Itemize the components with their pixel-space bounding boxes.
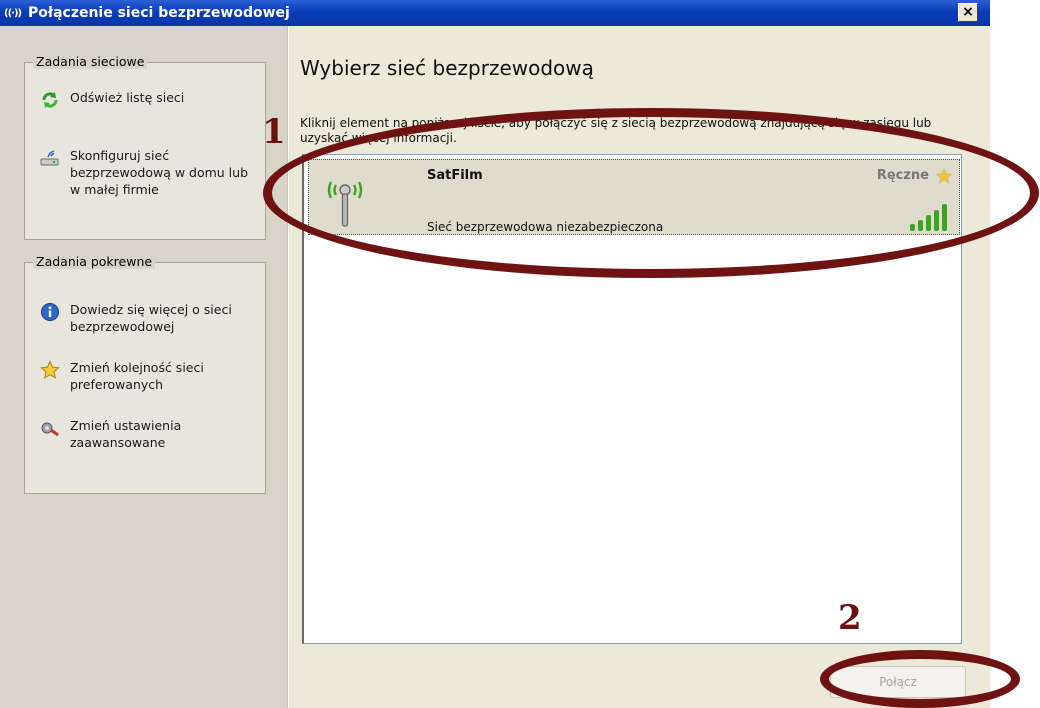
page-title: Wybierz sieć bezprzewodową [300, 56, 594, 80]
info-icon [39, 301, 61, 323]
task-label: Skonfiguruj sieć bezprzewodową w domu lu… [70, 148, 249, 197]
related-tasks-group: Zadania pokrewne Dowiedz się więcej o si… [24, 254, 266, 494]
close-button[interactable]: × [958, 3, 978, 22]
window-title: Połączenie sieci bezprzewodowej [28, 5, 290, 21]
refresh-icon [39, 89, 61, 111]
sidebar-divider [287, 26, 289, 708]
wireless-icon: ((·)) [4, 7, 22, 19]
setup-wireless-network-link[interactable]: Skonfiguruj sieć bezprzewodową w domu lu… [39, 147, 259, 198]
task-label: Odśwież listę sieci [70, 90, 185, 105]
annotation-ellipse-connect [820, 650, 1020, 708]
change-advanced-settings-link[interactable]: Zmień ustawienia zaawansowane [39, 417, 259, 451]
task-label: Zmień ustawienia zaawansowane [70, 418, 182, 450]
learn-about-wireless-link[interactable]: Dowiedz się więcej o sieci bezprzewodowe… [39, 301, 259, 335]
title-bar: ((·)) Połączenie sieci bezprzewodowej × [0, 0, 990, 26]
refresh-network-list-link[interactable]: Odśwież listę sieci [39, 89, 259, 111]
related-tasks-legend: Zadania pokrewne [33, 254, 156, 269]
annotation-marker-2: 2 [838, 598, 862, 638]
task-label: Dowiedz się więcej o sieci bezprzewodowe… [70, 302, 232, 334]
annotation-ellipse-network [263, 108, 1039, 278]
change-preferred-order-link[interactable]: Zmień kolejność sieci preferowanych [39, 359, 259, 393]
task-label: Zmień kolejność sieci preferowanych [70, 360, 204, 392]
settings-icon [39, 417, 61, 439]
star-icon [39, 359, 61, 381]
network-tasks-legend: Zadania sieciowe [33, 54, 148, 69]
annotation-marker-1: 1 [262, 112, 286, 152]
network-tasks-group: Zadania sieciowe Odśwież listę sieci Sko… [24, 54, 266, 240]
task-sidebar: Zadania sieciowe Odśwież listę sieci Sko… [0, 26, 287, 708]
wizard-icon [39, 147, 61, 169]
